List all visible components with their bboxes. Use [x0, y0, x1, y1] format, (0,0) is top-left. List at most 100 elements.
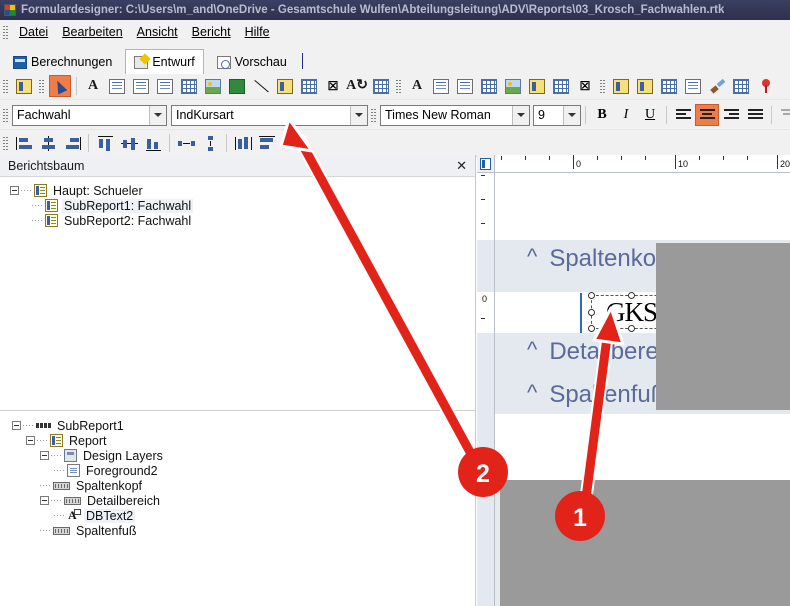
tab-vorschau[interactable]: Vorschau	[207, 50, 296, 73]
menu-item-ansicht[interactable]: Ansicht	[130, 22, 185, 42]
font-size-combo[interactable]: 9	[533, 104, 581, 126]
close-icon[interactable]: ✕	[454, 158, 469, 174]
menu-item-bericht[interactable]: Bericht	[185, 22, 238, 42]
same-width-icon[interactable]	[232, 132, 254, 154]
db-barcode-icon[interactable]	[526, 75, 548, 97]
data-source-combo[interactable]: Fachwahl	[12, 104, 167, 126]
checkbox-image-icon[interactable]	[298, 75, 320, 97]
resize-handle-w[interactable]	[588, 309, 595, 316]
align-left-button[interactable]	[671, 104, 695, 126]
resize-handle-sw[interactable]	[588, 325, 595, 332]
canvas-top-area[interactable]	[495, 173, 790, 240]
align-justify-button[interactable]	[743, 104, 767, 126]
resize-handle-nw[interactable]	[588, 292, 595, 299]
page-break-icon[interactable]	[658, 75, 680, 97]
tree-node-spaltenfuss[interactable]: Spaltenfuß	[12, 523, 475, 538]
align-objects-vcenter-icon[interactable]	[118, 132, 140, 154]
memo-icon[interactable]	[106, 75, 128, 97]
expander-minus-icon[interactable]	[40, 451, 49, 460]
region-icon[interactable]	[634, 75, 656, 97]
same-height-icon[interactable]	[256, 132, 278, 154]
ruler-corner-button[interactable]	[477, 155, 495, 173]
valign-top-button[interactable]	[776, 104, 790, 126]
db-chart-icon[interactable]: ☒	[574, 75, 596, 97]
db-image-icon[interactable]	[502, 75, 524, 97]
align-objects-left-icon[interactable]	[13, 132, 35, 154]
menu-item-datei[interactable]: Datei	[12, 22, 55, 42]
tab-entwurf[interactable]: Entwurf	[125, 49, 204, 74]
rotated-text-icon[interactable]: A↻	[346, 75, 368, 97]
db-memo-icon[interactable]	[430, 75, 452, 97]
barcode-icon[interactable]	[274, 75, 296, 97]
tree-node-subreport1-root[interactable]: SubReport1	[12, 418, 475, 433]
design-surface[interactable]: 0 10 20 0 ^ Spaltenkopf GKS ^ Detailbere…	[477, 155, 790, 606]
font-size-dropdown-button[interactable]	[563, 105, 580, 125]
align-toolbar-grip[interactable]	[2, 135, 9, 151]
tools-grip[interactable]	[38, 78, 45, 94]
canvas-bottom-area[interactable]	[495, 414, 790, 480]
expander-minus-icon[interactable]	[12, 421, 21, 430]
expander-minus-icon[interactable]	[26, 436, 35, 445]
line-icon[interactable]	[250, 75, 272, 97]
bold-button[interactable]: B	[590, 104, 614, 126]
resize-handle-s[interactable]	[628, 325, 635, 332]
data-field-combo[interactable]: IndKursart	[171, 104, 368, 126]
font-family-dropdown-button[interactable]	[512, 105, 529, 125]
tree-node-design-layers[interactable]: Design Layers	[12, 448, 475, 463]
format-toolbar-grip[interactable]	[2, 107, 9, 123]
data-field-dropdown-button[interactable]	[350, 105, 367, 125]
subreport-icon[interactable]	[610, 75, 632, 97]
grid-table-icon[interactable]	[370, 75, 392, 97]
richtext-icon[interactable]	[130, 75, 152, 97]
align-objects-right-icon[interactable]	[61, 132, 83, 154]
tree-node-subreport2[interactable]: SubReport2: Fachwahl	[10, 213, 475, 228]
tab-berechnungen[interactable]: Berechnungen	[4, 50, 122, 73]
menu-item-hilfe[interactable]: Hilfe	[238, 22, 277, 42]
data-source-dropdown-button[interactable]	[149, 105, 166, 125]
db-calc-icon[interactable]	[478, 75, 500, 97]
shape-icon[interactable]	[226, 75, 248, 97]
align-objects-top-icon[interactable]	[94, 132, 116, 154]
db-richtext-icon[interactable]	[454, 75, 476, 97]
tree-node-subreport1[interactable]: SubReport1: Fachwahl	[10, 198, 475, 213]
brush-icon[interactable]	[706, 75, 728, 97]
layout-tools-grip[interactable]	[599, 78, 606, 94]
align-right-button[interactable]	[719, 104, 743, 126]
object-toolbar-grip[interactable]	[2, 78, 9, 94]
table-grid-icon[interactable]	[730, 75, 752, 97]
db-checkbox-icon[interactable]	[550, 75, 572, 97]
tree-node-haupt-schueler[interactable]: Haupt: Schueler	[10, 183, 475, 198]
align-objects-hcenter-icon[interactable]	[37, 132, 59, 154]
expander-minus-icon[interactable]	[10, 186, 19, 195]
sketch-icon[interactable]	[682, 75, 704, 97]
underline-button[interactable]: U	[638, 104, 662, 126]
tree-node-foreground2[interactable]: Foreground2	[12, 463, 475, 478]
chevron-up-icon[interactable]: ^	[527, 339, 537, 361]
expander-minus-icon[interactable]	[40, 496, 49, 505]
italic-button[interactable]: I	[614, 104, 638, 126]
db-tools-grip[interactable]	[395, 78, 402, 94]
resize-handle-n[interactable]	[628, 292, 635, 299]
menu-item-bearbeiten[interactable]: Bearbeiten	[55, 22, 129, 42]
tree-node-detailbereich[interactable]: Detailbereich	[12, 493, 475, 508]
report-structure-icon[interactable]	[13, 75, 35, 97]
chevron-up-icon[interactable]: ^	[527, 382, 537, 404]
select-pointer-icon[interactable]	[49, 75, 71, 97]
crosstab-icon[interactable]: ☒	[322, 75, 344, 97]
dbtext-icon[interactable]	[154, 75, 176, 97]
space-vertically-icon[interactable]	[199, 132, 221, 154]
align-objects-bottom-icon[interactable]	[142, 132, 164, 154]
variable-text-icon[interactable]: A	[406, 75, 428, 97]
font-toolbar-grip[interactable]	[370, 107, 377, 123]
chevron-up-icon[interactable]: ^	[527, 246, 537, 268]
align-center-button[interactable]	[695, 104, 719, 126]
menu-grip-handle[interactable]	[2, 24, 9, 40]
tree-node-spaltenkopf[interactable]: Spaltenkopf	[12, 478, 475, 493]
font-family-combo[interactable]: Times New Roman	[380, 104, 530, 126]
label-text-icon[interactable]: A	[82, 75, 104, 97]
map-icon[interactable]	[754, 75, 776, 97]
tree-node-report[interactable]: Report	[12, 433, 475, 448]
image-icon[interactable]	[202, 75, 224, 97]
tree-node-dbtext2[interactable]: DBText2	[12, 508, 475, 523]
space-horizontally-icon[interactable]	[175, 132, 197, 154]
